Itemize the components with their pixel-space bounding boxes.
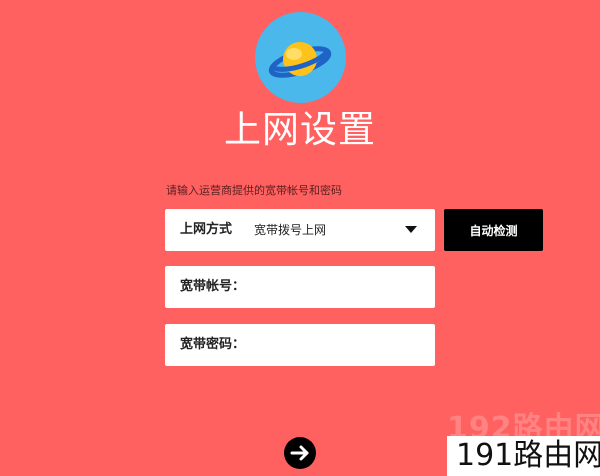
account-input[interactable] [251,272,421,302]
next-button[interactable] [284,437,316,469]
form-hint: 请输入运营商提供的宽带帐号和密码 [166,184,342,197]
connection-mode-value: 宽带拨号上网 [254,223,327,237]
password-input[interactable] [251,330,421,360]
password-field: 宽带密码： [165,324,435,366]
arrow-right-icon [290,445,309,461]
watermark-text: 191路由网 [456,438,600,473]
account-label: 宽带帐号： [180,279,246,294]
password-label: 宽带密码： [180,337,246,352]
planet-logo [255,12,346,103]
router-setup-page: 上网设置 请输入运营商提供的宽带帐号和密码 上网方式 宽带拨号上网 自动检测 宽… [0,0,600,476]
connection-mode-select[interactable]: 上网方式 宽带拨号上网 [165,209,435,251]
connection-mode-label: 上网方式 [180,222,233,237]
auto-detect-button[interactable]: 自动检测 [444,209,543,251]
account-field: 宽带帐号： [165,266,435,308]
page-title: 上网设置 [224,108,376,151]
planet-icon [268,42,332,78]
chevron-down-icon[interactable] [405,226,417,233]
